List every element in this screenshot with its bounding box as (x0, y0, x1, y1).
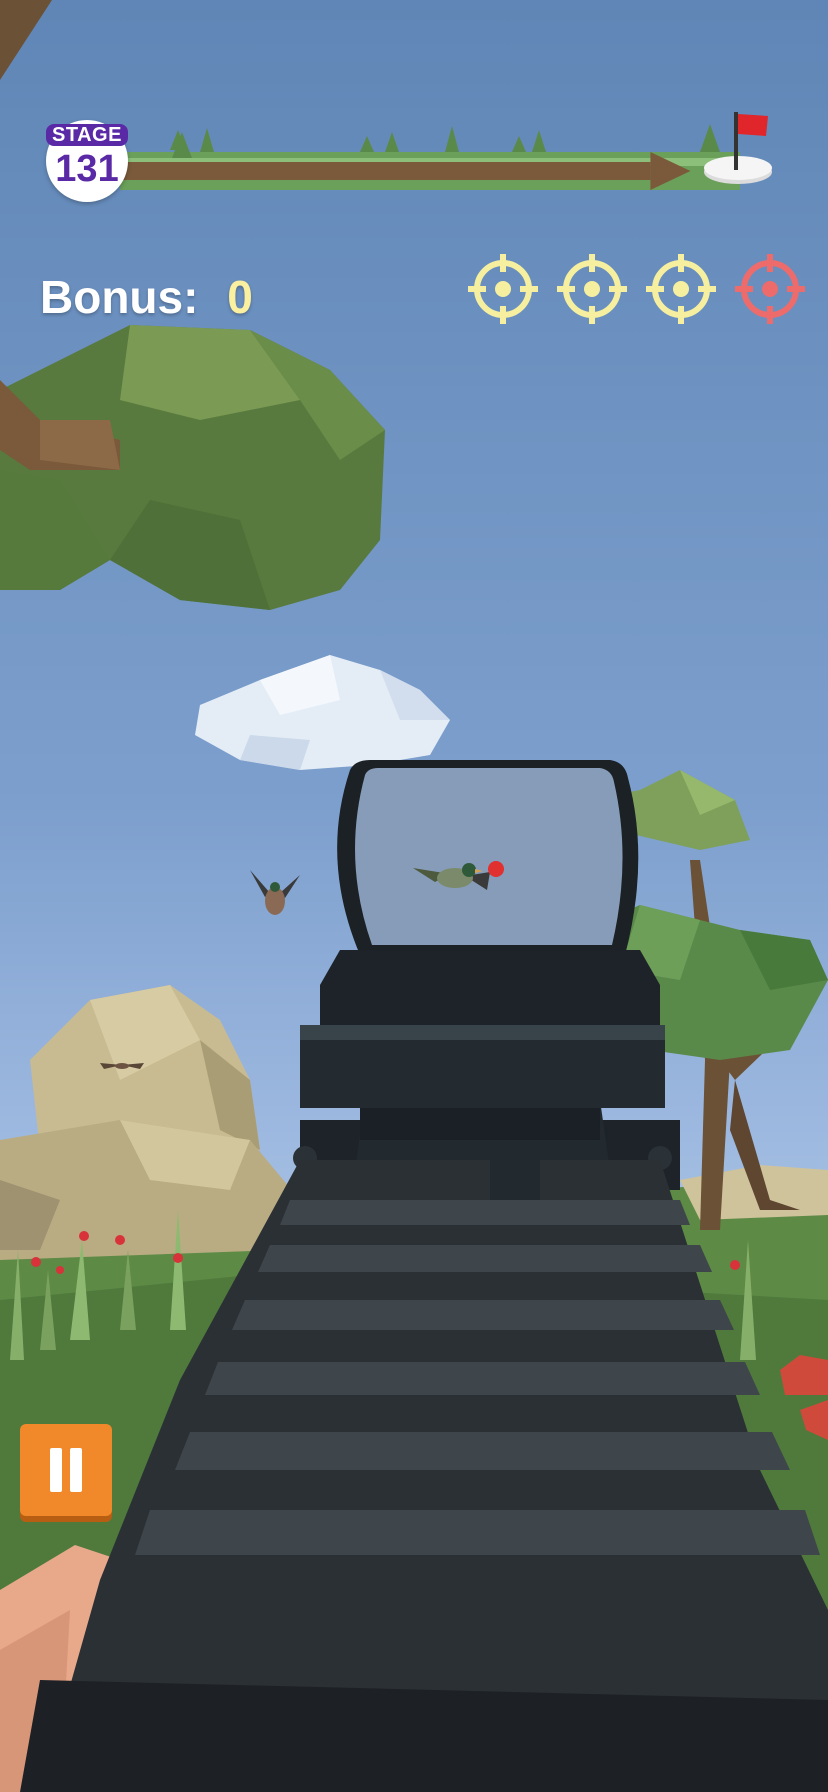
bonus-label: Bonus: (40, 271, 199, 323)
stage-badge: STAGE 131 (46, 120, 128, 202)
crosshair-icon (735, 254, 805, 324)
stage-label: STAGE (46, 124, 128, 146)
pause-icon (50, 1448, 62, 1492)
crosshair-icon (646, 254, 716, 324)
crosshair-icon (557, 254, 627, 324)
stage-number: 131 (55, 148, 119, 190)
pause-button[interactable] (20, 1424, 112, 1516)
bonus-counter: Bonus: 0 (40, 270, 253, 324)
game-viewport[interactable]: STAGE 131 Bonus: 0 (0, 0, 828, 1792)
crosshair-icon (468, 254, 538, 324)
bonus-value: 0 (227, 271, 253, 323)
